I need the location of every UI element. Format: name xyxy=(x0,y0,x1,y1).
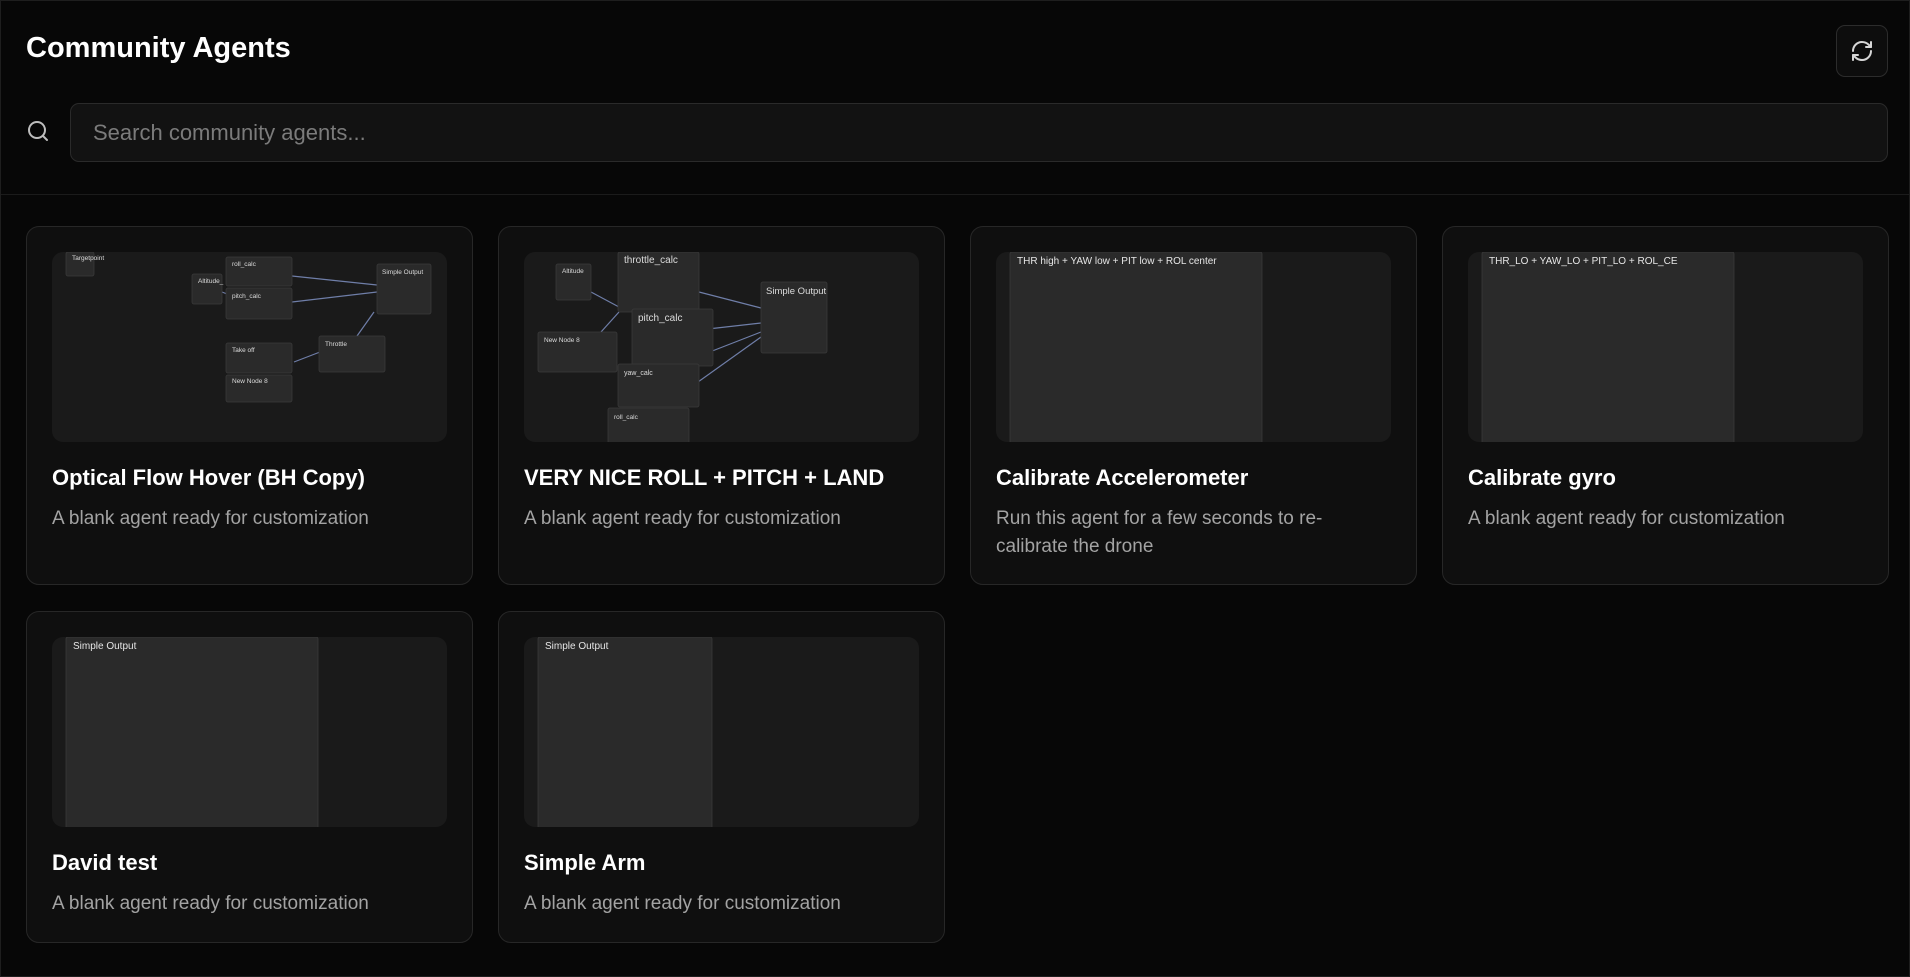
graph-node-label: pitch_calc xyxy=(232,293,262,300)
agent-title: Calibrate Accelerometer xyxy=(996,465,1249,490)
agent-preview: Simple Output xyxy=(52,637,447,827)
agent-title: David test xyxy=(52,850,158,875)
agent-preview: Simple Output xyxy=(524,637,919,827)
agent-description: A blank agent ready for customization xyxy=(1468,508,1785,529)
graph-node-label: yaw_calc xyxy=(624,370,653,377)
agent-graph-preview: Simple Output xyxy=(537,637,713,827)
graph-node-label: Altitude_ xyxy=(198,278,224,285)
agent-description: A blank agent ready for customization xyxy=(52,893,369,914)
graph-node-label: Altitude xyxy=(562,268,584,275)
agent-preview: Altitude throttle_calc pitch_calc Simple… xyxy=(524,252,919,442)
agent-preview: THR high + YAW low + PIT low + ROL cente… xyxy=(996,252,1391,442)
agent-title: Calibrate gyro xyxy=(1468,465,1616,490)
graph-node-label: New Node 8 xyxy=(544,337,580,344)
graph-node-label: roll_calc xyxy=(232,261,257,268)
agent-description: A blank agent ready for customization xyxy=(524,508,841,529)
agent-card[interactable]: Targetpoint Altitude_ roll_calc pitch_ca… xyxy=(26,226,473,585)
search-icon xyxy=(28,121,48,141)
agent-graph-preview: THR_LO + YAW_LO + PIT_LO + ROL_CE xyxy=(1481,252,1735,442)
agent-title: Simple Arm xyxy=(524,850,646,875)
agent-graph-preview: THR high + YAW low + PIT low + ROL cente… xyxy=(1009,252,1263,442)
graph-node-label: THR high + YAW low + PIT low + ROL cente… xyxy=(1017,256,1217,267)
agent-description: Run this agent for a few seconds to re-c… xyxy=(996,508,1323,557)
agent-preview: THR_LO + YAW_LO + PIT_LO + ROL_CE xyxy=(1468,252,1863,442)
graph-node-label: throttle_calc xyxy=(624,255,678,266)
agent-description: A blank agent ready for customization xyxy=(524,893,841,914)
agent-graph-preview: Altitude throttle_calc pitch_calc Simple… xyxy=(537,252,828,442)
refresh-button[interactable] xyxy=(1836,25,1888,77)
agent-title: Optical Flow Hover (BH Copy) xyxy=(52,465,365,490)
agent-card[interactable]: THR_LO + YAW_LO + PIT_LO + ROL_CE Calibr… xyxy=(1442,226,1889,585)
agent-graph-preview: Simple Output xyxy=(65,637,319,827)
graph-node-label: Take off xyxy=(232,347,255,354)
agent-card[interactable]: Altitude throttle_calc pitch_calc Simple… xyxy=(498,226,945,585)
graph-node-label: Simple Output xyxy=(766,286,827,297)
community-agents-page: Community Agents Search community agents… xyxy=(0,0,1910,977)
graph-node-label: THR_LO + YAW_LO + PIT_LO + ROL_CE xyxy=(1489,256,1678,267)
graph-node-label: Simple Output xyxy=(545,641,609,652)
agent-graph-preview: Targetpoint Altitude_ roll_calc pitch_ca… xyxy=(65,252,432,403)
agent-description: A blank agent ready for customization xyxy=(52,508,369,529)
graph-node-label: Throttle xyxy=(325,341,347,348)
page-header: Community Agents xyxy=(1,1,1909,195)
agent-card[interactable]: Simple Output Simple Arm A blank agent r… xyxy=(498,611,945,943)
graph-node-label: roll_calc xyxy=(614,414,639,421)
graph-node-label: pitch_calc xyxy=(638,313,682,324)
agent-card[interactable]: Simple Output David test A blank agent r… xyxy=(26,611,473,943)
graph-node-label: Targetpoint xyxy=(72,255,104,262)
search-input[interactable] xyxy=(70,103,1888,162)
agent-preview: Targetpoint Altitude_ roll_calc pitch_ca… xyxy=(52,252,447,442)
refresh-icon xyxy=(1852,41,1872,61)
page-title: Community Agents xyxy=(26,32,291,64)
graph-node-label: Simple Output xyxy=(382,269,423,276)
agent-title: VERY NICE ROLL + PITCH + LAND xyxy=(524,465,885,490)
agent-card[interactable]: THR high + YAW low + PIT low + ROL cente… xyxy=(970,226,1417,585)
graph-node-label: Simple Output xyxy=(73,641,137,652)
graph-node-label: New Node 8 xyxy=(232,378,268,385)
